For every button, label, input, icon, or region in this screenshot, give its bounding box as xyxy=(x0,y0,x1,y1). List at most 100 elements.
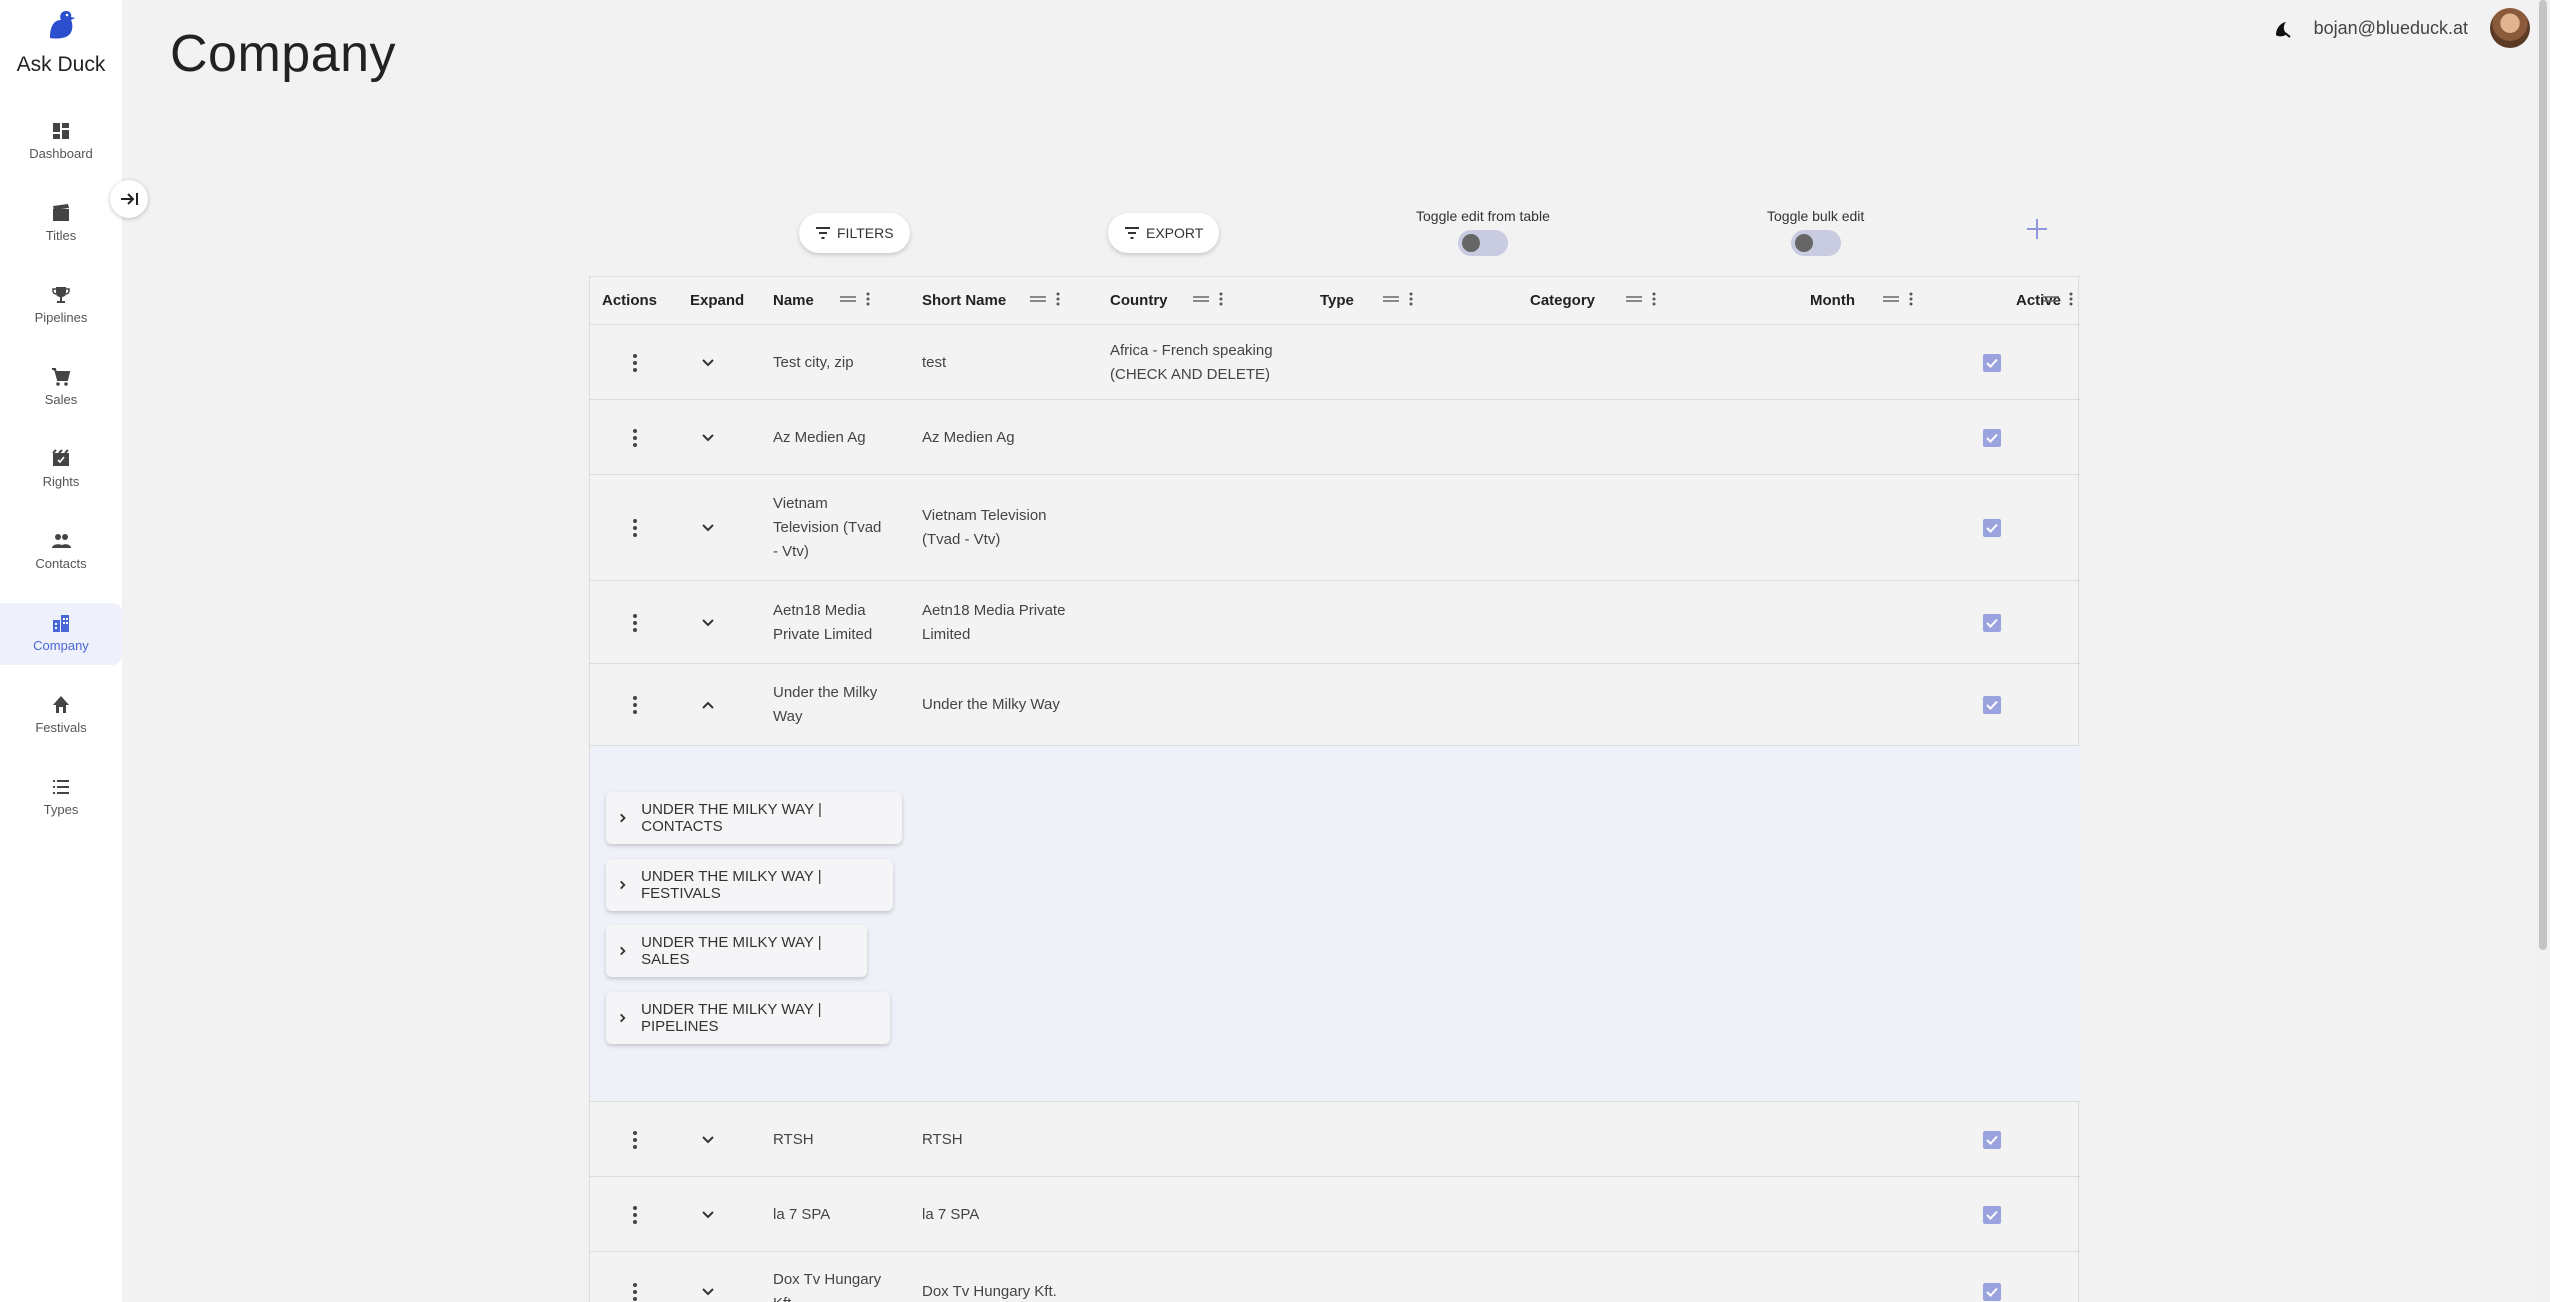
theme-toggle-icon[interactable] xyxy=(2272,17,2294,39)
sidebar-item-contacts[interactable]: Contacts xyxy=(0,521,122,583)
column-header-expand: Expand xyxy=(690,292,745,309)
filters-label: FILTERS xyxy=(837,225,894,241)
chevron-down-icon[interactable] xyxy=(700,1284,716,1300)
duck-logo-icon xyxy=(50,11,75,39)
active-checkbox[interactable] xyxy=(1983,519,2001,537)
row-actions-menu-icon[interactable] xyxy=(630,612,640,634)
sidebar-item-festivals[interactable]: Festivals xyxy=(0,685,122,747)
filter-icon xyxy=(1125,227,1139,239)
column-header-type[interactable]: Type xyxy=(1320,292,1354,309)
export-label: EXPORT xyxy=(1146,225,1204,241)
column-header-name[interactable]: Name xyxy=(773,292,814,309)
chevron-down-icon[interactable] xyxy=(700,615,716,631)
accordion-section[interactable]: UNDER THE MILKY WAY | PIPELINES xyxy=(606,992,890,1044)
drag-handle-icon[interactable] xyxy=(2043,294,2059,304)
drag-handle-icon[interactable] xyxy=(1626,294,1642,304)
toggle-bulk-switch[interactable] xyxy=(1790,230,1841,256)
cell-line: Vietnam Television xyxy=(922,507,1047,524)
cell-short_name: RTSH xyxy=(922,1128,1092,1152)
cell-line: Way xyxy=(773,708,803,725)
column-tools-type xyxy=(1383,292,1413,306)
app-logo[interactable]: Ask Duck xyxy=(0,8,122,77)
toggle-knob xyxy=(1461,234,1480,252)
expanded-row-panel: UNDER THE MILKY WAY | CONTACTS UNDER THE … xyxy=(590,746,2080,1102)
active-checkbox[interactable] xyxy=(1983,428,2001,447)
page-scrollbar[interactable] xyxy=(2536,0,2550,1302)
row-actions-menu-icon[interactable] xyxy=(630,694,640,716)
chevron-down-icon[interactable] xyxy=(700,430,716,446)
column-menu-icon[interactable] xyxy=(1409,292,1413,306)
chevron-up-icon[interactable] xyxy=(700,697,716,713)
active-checkbox[interactable] xyxy=(1983,613,2001,632)
sidebar-item-sales[interactable]: Sales xyxy=(0,357,122,419)
cell-line: Under the Milky Way xyxy=(922,696,1060,713)
chevron-down-icon[interactable] xyxy=(700,1207,716,1223)
drag-handle-icon[interactable] xyxy=(1030,294,1046,304)
scroll-thumb[interactable] xyxy=(2539,0,2547,950)
drag-handle-icon[interactable] xyxy=(1193,294,1209,304)
column-header-short-name[interactable]: Short Name xyxy=(922,292,1006,309)
row-actions-menu-icon[interactable] xyxy=(630,1281,640,1302)
active-checkbox[interactable] xyxy=(1983,1205,2001,1224)
row-actions-menu-icon[interactable] xyxy=(630,352,640,374)
drag-handle-icon[interactable] xyxy=(840,294,856,304)
sidebar-item-titles[interactable]: Titles xyxy=(0,193,122,255)
column-tools-country xyxy=(1193,292,1223,306)
table-row[interactable]: Test city, zip test Africa - French speaki… xyxy=(590,325,2080,400)
active-checkbox[interactable] xyxy=(1983,353,2001,372)
avatar[interactable] xyxy=(2490,8,2530,48)
sidebar-item-dashboard[interactable]: Dashboard xyxy=(0,111,122,173)
active-checkbox[interactable] xyxy=(1983,696,2001,714)
table-row[interactable]: Under the Milky Way Under the Milky Way xyxy=(590,664,2080,746)
row-actions-menu-icon[interactable] xyxy=(630,517,640,539)
cell-line: la 7 SPA xyxy=(773,1205,831,1223)
sidebar-item-rights[interactable]: Rights xyxy=(0,439,122,501)
column-menu-icon[interactable] xyxy=(866,292,870,306)
chevron-right-icon xyxy=(620,813,626,823)
user-email[interactable]: bojan@blueduck.at xyxy=(2314,18,2468,39)
column-menu-icon[interactable] xyxy=(1056,292,1060,306)
collapse-sidebar-button[interactable] xyxy=(110,180,148,218)
dashboard-icon xyxy=(53,123,69,139)
page-title: Company xyxy=(170,25,397,83)
table-row[interactable]: Vietnam Television (Tvad - Vtv) Vietnam Tel… xyxy=(590,475,2080,581)
list-icon xyxy=(53,780,69,794)
table-row[interactable]: RTSH RTSH xyxy=(590,1102,2080,1177)
table-row[interactable]: la 7 SPA la 7 SPA xyxy=(590,1177,2080,1252)
column-header-country[interactable]: Country xyxy=(1110,292,1168,309)
add-company-button[interactable] xyxy=(2022,214,2052,244)
filters-button[interactable]: FILTERS xyxy=(799,213,910,253)
row-actions-menu-icon[interactable] xyxy=(630,1129,640,1151)
export-button[interactable]: EXPORT xyxy=(1108,213,1220,253)
cell-short_name: Dox Tv Hungary Kft. xyxy=(922,1280,1092,1302)
chevron-down-icon[interactable] xyxy=(700,1132,716,1148)
drag-handle-icon[interactable] xyxy=(1383,294,1399,304)
accordion-section[interactable]: UNDER THE MILKY WAY | FESTIVALS xyxy=(606,859,893,911)
column-menu-icon[interactable] xyxy=(1652,292,1656,306)
active-checkbox[interactable] xyxy=(1983,1130,2001,1149)
sidebar-item-company[interactable]: Company xyxy=(0,603,122,665)
sidebar-item-pipelines[interactable]: Pipelines xyxy=(0,275,122,337)
chevron-down-icon[interactable] xyxy=(700,355,716,371)
accordion-section[interactable]: UNDER THE MILKY WAY | CONTACTS xyxy=(606,792,902,844)
row-actions-menu-icon[interactable] xyxy=(630,1204,640,1226)
cell-name: Vietnam Television (Tvad - Vtv) xyxy=(773,492,903,564)
toggle-edit-switch[interactable] xyxy=(1457,230,1508,256)
column-header-category[interactable]: Category xyxy=(1530,292,1595,309)
row-actions-menu-icon[interactable] xyxy=(630,427,640,449)
drag-handle-icon[interactable] xyxy=(1883,294,1899,304)
accordion-section[interactable]: UNDER THE MILKY WAY | SALES xyxy=(606,925,867,977)
table-row[interactable]: Dox Tv Hungary Kft. Dox Tv Hungary Kft. xyxy=(590,1252,2080,1302)
active-checkbox[interactable] xyxy=(1983,1283,2001,1301)
cell-line: Kft. xyxy=(773,1292,903,1302)
cell-line: la 7 SPA xyxy=(922,1205,980,1223)
column-menu-icon[interactable] xyxy=(1219,292,1223,306)
column-menu-icon[interactable] xyxy=(2069,292,2073,306)
cell-line: Dox Tv Hungary xyxy=(773,1271,882,1288)
chevron-down-icon[interactable] xyxy=(700,520,716,536)
column-header-month[interactable]: Month xyxy=(1810,292,1855,309)
sidebar-item-types[interactable]: Types xyxy=(0,767,122,829)
table-row[interactable]: Aetn18 Media Private Limited Aetn18 Media … xyxy=(590,581,2080,664)
column-menu-icon[interactable] xyxy=(1909,292,1913,306)
table-row[interactable]: Az Medien Ag Az Medien Ag xyxy=(590,400,2080,475)
